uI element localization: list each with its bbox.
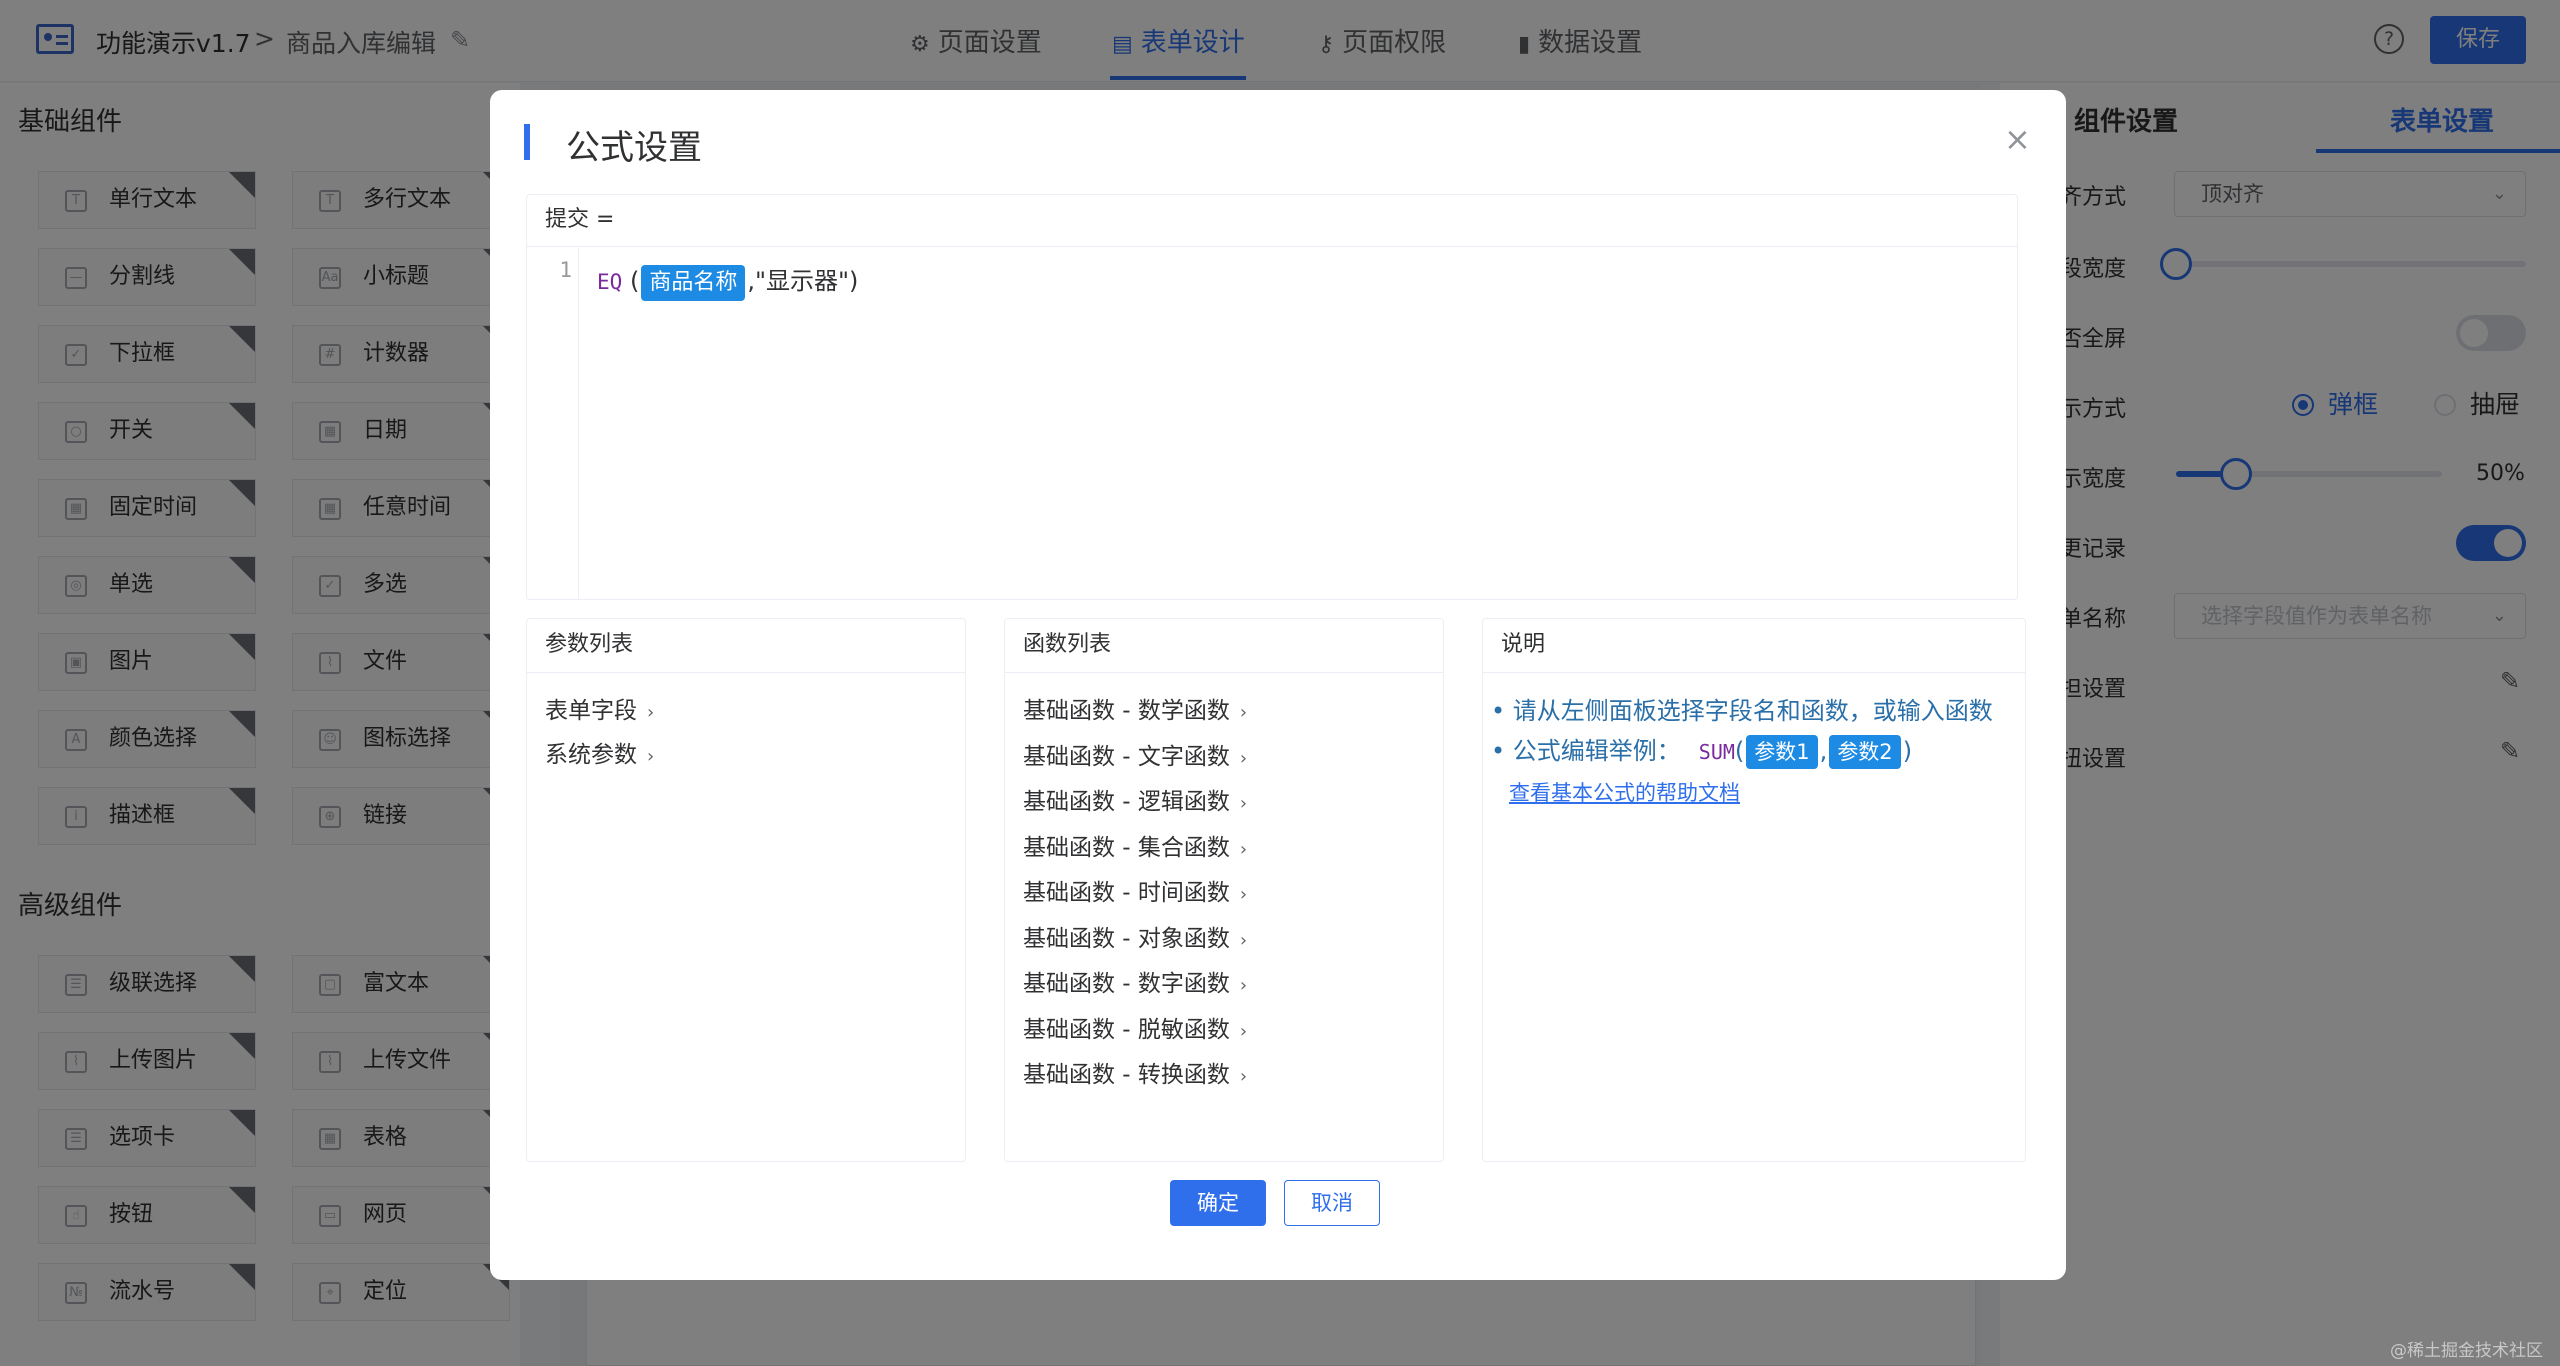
chevron-right-icon: › [647,746,655,767]
function-category-item[interactable]: 基础函数 - 时间函数 › [1023,873,1247,907]
example-function-name: SUM [1698,740,1735,764]
formula-code-line[interactable]: EQ (商品名称 ,"显示器") [597,261,858,301]
example-param-tag-1: 参数1 [1746,735,1818,769]
function-category-item[interactable]: 基础函数 - 脱敏函数 › [1023,1010,1247,1044]
functions-panel: 函数列表 基础函数 - 数学函数 › 基础函数 - 文字函数 › 基础函数 - 逻辑函数… [1004,618,1444,1162]
chevron-right-icon: › [1239,747,1248,769]
formula-open-paren: ( [629,267,640,295]
formula-editor[interactable]: 提交 = 1 EQ (商品名称 ,"显示器") [526,194,2018,600]
function-category-item[interactable]: 基础函数 - 数学函数 › [1023,691,1247,725]
chevron-right-icon: › [1239,793,1248,814]
cancel-button[interactable]: 取消 [1284,1180,1380,1226]
function-category-item[interactable]: 基础函数 - 数字函数 › [1023,964,1247,998]
chevron-right-icon: › [1239,884,1248,905]
chevron-right-icon: › [647,702,655,723]
description-line-1: • 请从左侧面板选择字段名和函数，或输入函数 [1491,697,1993,725]
chevron-right-icon: › [1239,929,1248,951]
param-item-form-fields[interactable]: 表单字段 › [545,691,654,725]
params-panel-title: 参数列表 [527,619,965,673]
formula-function-name: EQ [597,270,623,294]
function-category-item[interactable]: 基础函数 - 文字函数 › [1023,737,1247,771]
description-line-2: • 公式编辑举例： SUM(参数1, 参数2) [1491,731,1912,769]
field-tag[interactable]: 商品名称 [641,265,746,301]
help-docs-link[interactable]: 查看基本公式的帮助文档 [1509,777,1740,807]
chevron-right-icon: › [1239,1020,1248,1042]
title-accent-bar [524,124,530,160]
dialog-title: 公式设置 [566,128,702,168]
formula-dialog: 公式设置 × 提交 = 1 EQ (商品名称 ,"显示器") 参数列表 表单字段 ›… [490,90,2066,1280]
description-panel: 说明 • 请从左侧面板选择字段名和函数，或输入函数 • 公式编辑举例： SUM(参… [1482,618,2026,1162]
formula-rest: ,"显示器") [747,267,859,295]
confirm-button[interactable]: 确定 [1170,1180,1266,1226]
formula-target-label: 提交 = [527,195,2017,247]
close-icon[interactable]: × [2004,120,2031,158]
params-panel: 参数列表 表单字段 › 系统参数 › [526,618,966,1162]
function-category-item[interactable]: 基础函数 - 集合函数 › [1023,828,1247,862]
chevron-right-icon: › [1239,702,1248,723]
watermark: @稀土掘金技术社区 [2390,1341,2543,1361]
line-number-gutter: 1 [527,248,579,599]
chevron-right-icon: › [1239,838,1248,860]
function-category-item[interactable]: 基础函数 - 转换函数 › [1023,1055,1247,1089]
line-number: 1 [559,258,572,282]
example-param-tag-2: 参数2 [1829,735,1901,769]
function-category-item[interactable]: 基础函数 - 逻辑函数 › [1023,782,1247,816]
description-panel-title: 说明 [1483,619,2025,673]
chevron-right-icon: › [1239,1066,1248,1087]
param-item-system-params[interactable]: 系统参数 › [545,735,654,769]
chevron-right-icon: › [1239,975,1248,996]
function-category-item[interactable]: 基础函数 - 对象函数 › [1023,919,1247,953]
functions-panel-title: 函数列表 [1005,619,1443,673]
